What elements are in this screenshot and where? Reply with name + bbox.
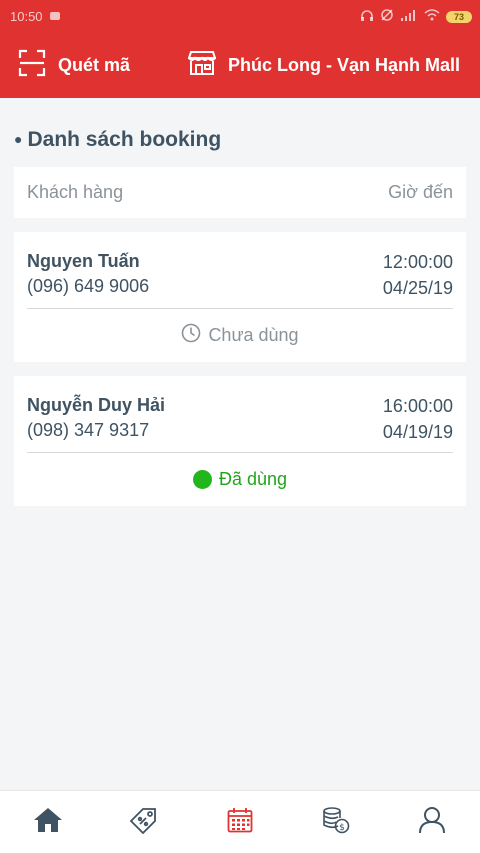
app-bar: Quét mã Phúc Long - Vạn Hạnh Mall <box>0 33 480 98</box>
bottom-nav: $ <box>0 790 480 853</box>
customer-name: Nguyễn Duy Hải <box>27 395 166 415</box>
store-name: Phúc Long - Vạn Hạnh Mall <box>227 55 460 75</box>
status-label: Chưa dùng <box>208 325 299 345</box>
booking-status: Chưa dùng <box>27 309 453 362</box>
calendar-icon <box>227 807 253 838</box>
notification-icon <box>49 9 61 24</box>
user-icon <box>418 806 446 839</box>
svg-text:$: $ <box>339 823 345 833</box>
customer-name: Nguyen Tuấn <box>27 251 140 271</box>
arrival-date: 04/25/19 <box>382 278 453 298</box>
arrival-date: 04/19/19 <box>382 422 453 442</box>
alarm-icon <box>380 8 394 25</box>
booking-status: Đã dùng <box>27 453 453 506</box>
store-selector[interactable]: Phúc Long - Vạn Hạnh Mall <box>187 50 460 81</box>
top-bar: 10:50 73 Quét mã Phúc Long - Vạn Hạnh Ma… <box>0 0 480 98</box>
arrival-time: 16:00:00 <box>382 396 453 416</box>
table-header: Khách hàng Giờ đến <box>14 167 466 218</box>
booking-card[interactable]: Nguyen Tuấn (096) 649 9006 12:00:00 04/2… <box>14 232 466 362</box>
bullet-icon: ● <box>14 131 23 147</box>
store-icon <box>187 50 217 81</box>
coins-icon: $ <box>322 806 350 839</box>
battery-indicator: 73 <box>446 10 472 23</box>
customer-phone: (098) 347 9317 <box>27 420 150 440</box>
main-content: ● Danh sách booking Khách hàng Giờ đến N… <box>0 98 480 790</box>
arrival-time: 12:00:00 <box>382 252 453 272</box>
status-label: Đã dùng <box>218 469 288 489</box>
nav-home[interactable] <box>18 797 78 847</box>
signal-icon <box>400 9 418 24</box>
nav-booking-calendar[interactable] <box>210 797 270 847</box>
nav-rewards[interactable]: $ <box>306 797 366 847</box>
nav-profile[interactable] <box>402 797 462 847</box>
booking-card[interactable]: Nguyễn Duy Hải (098) 347 9317 16:00:00 0… <box>14 376 466 506</box>
scan-button[interactable]: Quét mã <box>18 49 130 82</box>
used-dot-icon <box>192 470 212 489</box>
promotion-tag-icon <box>129 806 158 839</box>
nav-promotions[interactable] <box>114 797 174 847</box>
section-title-text: Danh sách booking <box>27 128 222 151</box>
scan-label: Quét mã <box>58 55 131 75</box>
status-bar: 10:50 73 <box>0 0 480 33</box>
headphones-icon <box>360 9 374 25</box>
clock-icon <box>181 323 201 348</box>
arrival-time-column-header: Giờ đến <box>388 182 453 202</box>
qr-scan-icon <box>18 49 46 82</box>
customer-column-header: Khách hàng <box>27 182 124 202</box>
wifi-icon <box>424 9 440 24</box>
home-icon <box>33 807 63 838</box>
customer-phone: (096) 649 9006 <box>27 276 150 296</box>
section-title: ● Danh sách booking <box>14 127 466 153</box>
status-time: 10:50 <box>10 9 43 24</box>
